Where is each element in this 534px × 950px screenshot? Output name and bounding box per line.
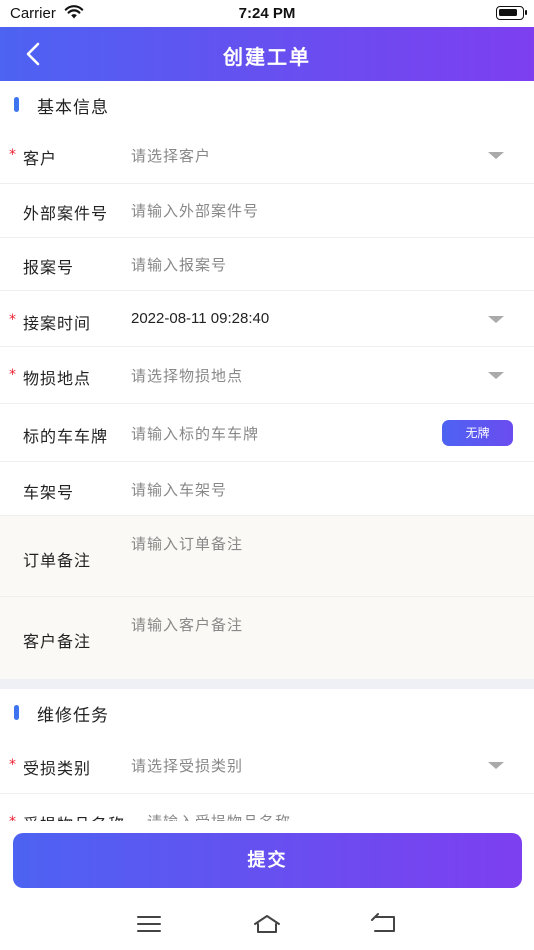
damage-type-field[interactable]: * 受损类别 请选择受损类别 [0,737,534,794]
section-divider [0,679,534,689]
form-scroll-area[interactable]: 基本信息 * 客户 请选择客户 外部案件号 请输入外部案件号 报案号 请输入报案… [0,81,534,821]
damage-type-select[interactable]: 请选择受损类别 [131,755,243,776]
damage-item-input[interactable]: 请输入受损物品名称 [147,811,291,821]
battery-icon [496,6,527,20]
section-repair-task: 维修任务 [0,689,534,737]
status-bar: Carrier 7:24 PM [0,0,534,28]
dropdown-arrow-icon[interactable] [488,316,504,323]
customer-note-textarea[interactable]: 请输入客户备注 [131,614,243,635]
section-basic-info: 基本信息 [0,81,534,127]
vin-field[interactable]: 车架号 请输入车架号 [0,462,534,516]
section-title: 基本信息 [37,98,109,118]
menu-icon[interactable] [134,912,164,936]
field-label: 物损地点 [23,369,92,388]
section-accent-bar [14,705,19,720]
required-mark: * [9,147,16,163]
plate-input[interactable]: 请输入标的车车牌 [131,423,259,444]
return-icon[interactable] [370,912,400,936]
field-label: 受损类别 [23,759,92,778]
required-mark: * [9,814,16,821]
customer-field[interactable]: * 客户 请选择客户 [0,127,534,184]
required-mark: * [9,312,16,328]
required-mark: * [9,367,16,383]
section-accent-bar [14,97,19,112]
external-case-field[interactable]: 外部案件号 请输入外部案件号 [0,184,534,238]
order-note-field[interactable]: 订单备注 请输入订单备注 [0,516,534,597]
home-icon[interactable] [252,912,282,936]
receive-time-field[interactable]: * 接案时间 2022-08-11 09:28:40 [0,291,534,347]
field-label: 客户备注 [23,632,92,651]
report-number-input[interactable]: 请输入报案号 [131,254,227,275]
page-title: 创建工单 [223,45,311,69]
report-number-field[interactable]: 报案号 请输入报案号 [0,238,534,291]
clock: 7:24 PM [238,5,296,22]
field-label: 车架号 [23,483,75,502]
field-label: 标的车车牌 [23,427,109,446]
order-note-textarea[interactable]: 请输入订单备注 [131,533,243,554]
field-label: 报案号 [23,258,75,277]
dropdown-arrow-icon[interactable] [488,762,504,769]
dropdown-arrow-icon[interactable] [488,372,504,379]
loss-location-field[interactable]: * 物损地点 请选择物损地点 [0,347,534,404]
field-label: 接案时间 [23,314,92,333]
customer-select[interactable]: 请选择客户 [131,145,211,166]
submit-button[interactable]: 提交 [13,833,522,888]
dropdown-arrow-icon[interactable] [488,152,504,159]
nav-bar: 创建工单 [0,27,534,81]
plate-field[interactable]: 标的车车牌 请输入标的车车牌 无牌 [0,404,534,462]
required-mark: * [9,757,16,773]
no-plate-button[interactable]: 无牌 [442,420,513,446]
receive-time-picker[interactable]: 2022-08-11 09:28:40 [131,310,269,327]
field-label: 外部案件号 [23,204,109,223]
field-label: 订单备注 [23,551,92,570]
loss-location-select[interactable]: 请选择物损地点 [131,365,243,386]
damage-item-field[interactable]: * 受损物品名称 请输入受损物品名称 [0,794,534,821]
customer-note-field[interactable]: 客户备注 请输入客户备注 [0,597,534,679]
field-label: 客户 [23,149,58,168]
section-title: 维修任务 [37,706,109,726]
field-label: 受损物品名称 [23,811,125,821]
system-nav-bar [0,900,534,950]
external-case-input[interactable]: 请输入外部案件号 [131,200,259,221]
vin-input[interactable]: 请输入车架号 [131,479,227,500]
